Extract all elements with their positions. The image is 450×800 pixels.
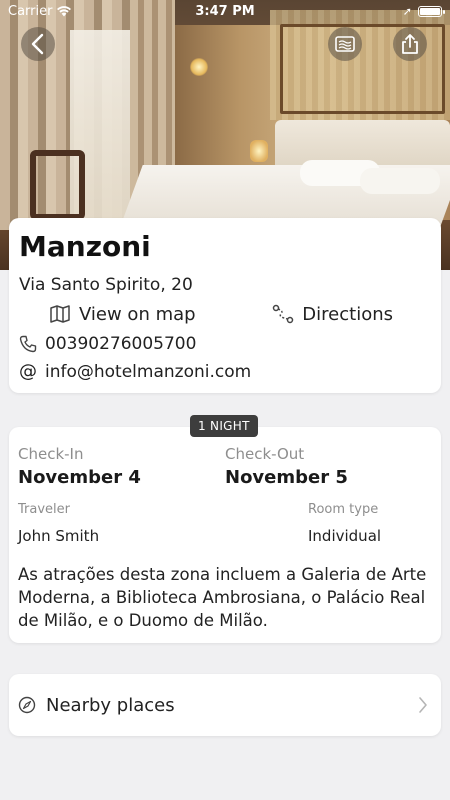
check-in: Check-In November 4 xyxy=(18,445,225,488)
traveler-name: John Smith xyxy=(18,527,100,545)
check-in-label: Check-In xyxy=(18,445,84,463)
check-out: Check-Out November 5 xyxy=(225,445,432,488)
directions-icon xyxy=(273,304,294,324)
nearby-places-label: Nearby places xyxy=(46,694,175,716)
room-type-value: Individual xyxy=(308,527,382,545)
battery-icon xyxy=(418,5,445,17)
check-out-date: November 5 xyxy=(225,467,348,488)
nearby-places-row[interactable]: Nearby places xyxy=(9,674,441,736)
at-icon: @ xyxy=(19,361,37,382)
chevron-right-icon xyxy=(419,697,427,713)
wifi-icon xyxy=(57,6,72,17)
phone-row[interactable]: 00390276005700 xyxy=(19,333,431,355)
room-type-label: Room type xyxy=(308,502,379,517)
nights-badge: 1 NIGHT xyxy=(190,415,258,437)
compass-icon xyxy=(18,696,36,714)
view-on-map-label: View on map xyxy=(79,303,196,325)
status-bar: Carrier 3:47 PM ➚ xyxy=(0,0,450,22)
check-out-label: Check-Out xyxy=(225,445,305,463)
battery-level xyxy=(420,7,440,15)
ticket-icon xyxy=(335,36,355,52)
back-button[interactable] xyxy=(21,27,55,61)
hotel-name: Manzoni xyxy=(19,230,151,263)
location-arrow-icon: ➚ xyxy=(402,4,412,18)
share-button[interactable] xyxy=(393,27,427,61)
ticket-button[interactable] xyxy=(328,27,362,61)
traveler-label: Traveler xyxy=(18,502,70,517)
directions-button[interactable]: Directions xyxy=(272,304,393,325)
traveler: Traveler John Smith xyxy=(18,502,308,545)
carrier-label: Carrier xyxy=(8,3,53,19)
phone-icon xyxy=(19,335,37,353)
email-row[interactable]: @ info@hotelmanzoni.com xyxy=(19,361,431,383)
phone-number: 00390276005700 xyxy=(45,334,197,354)
map-icon xyxy=(50,305,70,323)
share-icon xyxy=(402,34,418,54)
check-in-date: November 4 xyxy=(18,467,141,488)
hotel-info-card: Manzoni Via Santo Spirito, 20 View on ma… xyxy=(9,218,441,393)
stay-details-card: Check-In November 4 Check-Out November 5… xyxy=(9,427,441,643)
email-address: info@hotelmanzoni.com xyxy=(45,362,252,382)
area-description: As atrações desta zona incluem a Galeria… xyxy=(18,565,427,630)
directions-label: Directions xyxy=(302,303,393,325)
hotel-actions: View on map Directions xyxy=(19,300,431,328)
room-type: Room type Individual xyxy=(308,502,381,545)
back-chevron-icon xyxy=(31,33,44,55)
view-on-map-button[interactable]: View on map xyxy=(49,304,196,325)
hotel-address: Via Santo Spirito, 20 xyxy=(19,275,193,295)
